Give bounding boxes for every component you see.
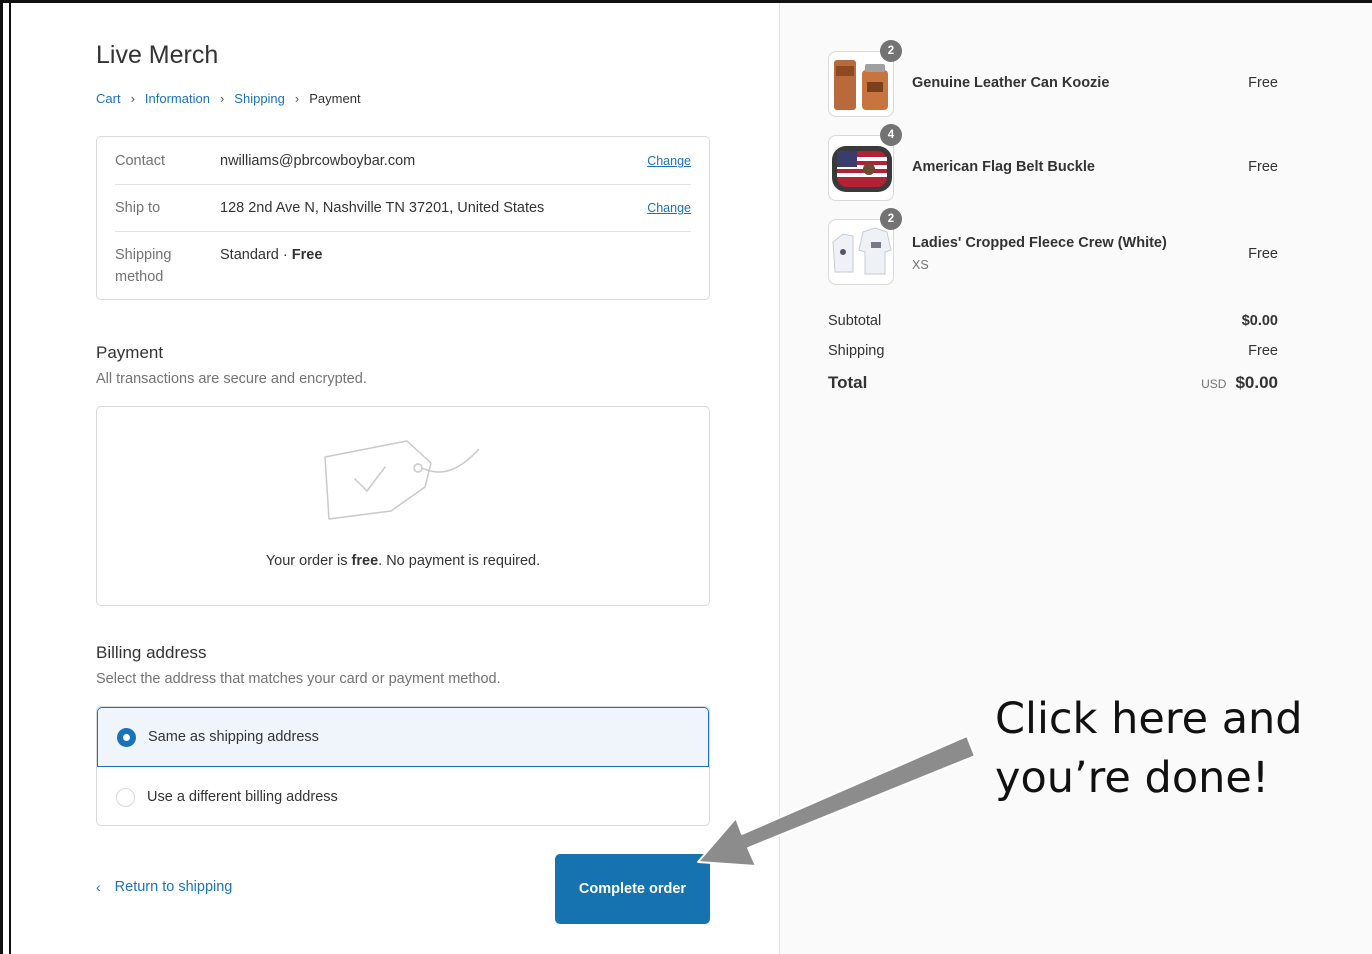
billing-subtitle: Select the address that matches your car… <box>96 671 501 687</box>
fleece-crew-image-icon <box>832 227 892 275</box>
total-amount-group: USD $0.00 <box>1201 373 1278 393</box>
shipping-method-value: Standard · Free <box>220 244 691 288</box>
complete-order-button[interactable]: Complete order <box>555 854 710 924</box>
item-price: Free <box>1248 159 1278 175</box>
quantity-badge: 2 <box>880 208 902 230</box>
return-to-shipping-link[interactable]: ‹ Return to shipping <box>96 879 232 895</box>
chevron-left-icon: ‹ <box>96 879 101 895</box>
callout-line-2: you’re done! <box>995 753 1270 803</box>
belt-buckle-image-icon <box>832 146 892 192</box>
shipping-row: Shipping Free <box>828 343 1278 359</box>
item-variant: XS <box>912 258 929 272</box>
subtotal-label: Subtotal <box>828 313 882 329</box>
billing-same-option[interactable]: Same as shipping address <box>97 707 709 767</box>
billing-options: Same as shipping address Use a different… <box>96 706 710 826</box>
store-title[interactable]: Live Merch <box>96 41 218 70</box>
shipping-value: Free <box>1248 343 1278 359</box>
divider <box>115 231 691 232</box>
review-method-row: Shipping method Standard · Free <box>115 244 691 288</box>
product-thumbnail <box>828 51 894 117</box>
checkout-main: Live Merch Cart › Information › Shipping… <box>11 3 779 954</box>
annotation-callout: Click here and you’re done! <box>995 690 1303 808</box>
price-tag-icon <box>324 440 480 520</box>
shipping-method-name: Standard <box>220 247 279 263</box>
breadcrumb-payment: Payment <box>309 91 361 106</box>
summary-item: 2 Ladies' Cropped Fleece Crew (White) XS… <box>828 208 1278 285</box>
review-contact-row: Contact nwilliams@pbrcowboybar.com Chang… <box>115 150 691 172</box>
item-name: American Flag Belt Buckle <box>912 159 1095 175</box>
change-address-link[interactable]: Change <box>647 197 691 219</box>
ship-to-value: 128 2nd Ave N, Nashville TN 37201, Unite… <box>220 200 545 216</box>
review-ship-row: Ship to 128 2nd Ave N, Nashville TN 3720… <box>115 197 691 219</box>
free-msg-post: . No payment is required. <box>378 553 541 569</box>
shipping-method-label: Shipping method <box>115 244 220 288</box>
ship-to-label: Ship to <box>115 200 161 216</box>
breadcrumb-information[interactable]: Information <box>145 91 210 106</box>
shipping-method-label-line2: method <box>115 269 164 285</box>
total-row: Total USD $0.00 <box>828 373 1278 393</box>
total-label: Total <box>828 373 868 392</box>
billing-title: Billing address <box>96 643 207 662</box>
contact-label: Contact <box>115 153 165 169</box>
summary-item: 2 Genuine Leather Can Koozie Free <box>828 40 1278 117</box>
change-contact-link[interactable]: Change <box>647 150 691 172</box>
currency-code: USD <box>1201 377 1227 391</box>
free-msg-pre: Your order is <box>265 553 352 569</box>
total-value: $0.00 <box>1235 373 1278 392</box>
divider <box>115 184 691 185</box>
shipping-method-label-line1: Shipping <box>115 247 172 263</box>
subtotal-row: Subtotal $0.00 <box>828 313 1278 329</box>
payment-box: Your order is free. No payment is requir… <box>96 406 710 606</box>
item-name: Ladies' Cropped Fleece Crew (White) <box>912 235 1167 251</box>
summary-item: 4 American Flag Belt Buckle Free <box>828 124 1278 201</box>
billing-different-option[interactable]: Use a different billing address <box>97 767 709 825</box>
chevron-right-icon: › <box>294 91 300 106</box>
product-thumbnail <box>828 135 894 201</box>
product-thumbnail <box>828 219 894 285</box>
quantity-badge: 2 <box>880 40 902 62</box>
shipping-method-separator: · <box>278 247 292 263</box>
item-name: Genuine Leather Can Koozie <box>912 75 1110 91</box>
radio-selected[interactable] <box>117 727 136 747</box>
arrow-icon <box>697 735 976 867</box>
chevron-right-icon: › <box>130 91 135 106</box>
free-msg-bold: free <box>351 553 379 569</box>
billing-different-label: Use a different billing address <box>147 789 338 805</box>
item-price: Free <box>1248 75 1278 91</box>
quantity-badge: 4 <box>880 124 902 146</box>
shipping-method-price: Free <box>291 247 323 263</box>
return-label: Return to shipping <box>114 879 233 895</box>
breadcrumb: Cart › Information › Shipping › Payment <box>96 91 361 106</box>
item-price: Free <box>1248 246 1278 262</box>
callout-line-1: Click here and <box>995 694 1303 744</box>
contact-value: nwilliams@pbrcowboybar.com <box>220 153 416 169</box>
breadcrumb-cart[interactable]: Cart <box>96 91 121 106</box>
breadcrumb-shipping[interactable]: Shipping <box>234 91 285 106</box>
subtotal-value: $0.00 <box>1241 313 1278 329</box>
billing-same-label: Same as shipping address <box>148 729 319 745</box>
chevron-right-icon: › <box>219 91 225 106</box>
koozie-image-icon <box>834 60 888 110</box>
radio-unselected[interactable] <box>116 787 135 807</box>
order-review-box: Contact nwilliams@pbrcowboybar.com Chang… <box>96 136 710 300</box>
payment-subtitle: All transactions are secure and encrypte… <box>96 371 367 387</box>
shipping-label: Shipping <box>828 343 885 359</box>
payment-title: Payment <box>96 343 164 362</box>
free-order-message: Your order is free. No payment is requir… <box>97 553 709 569</box>
